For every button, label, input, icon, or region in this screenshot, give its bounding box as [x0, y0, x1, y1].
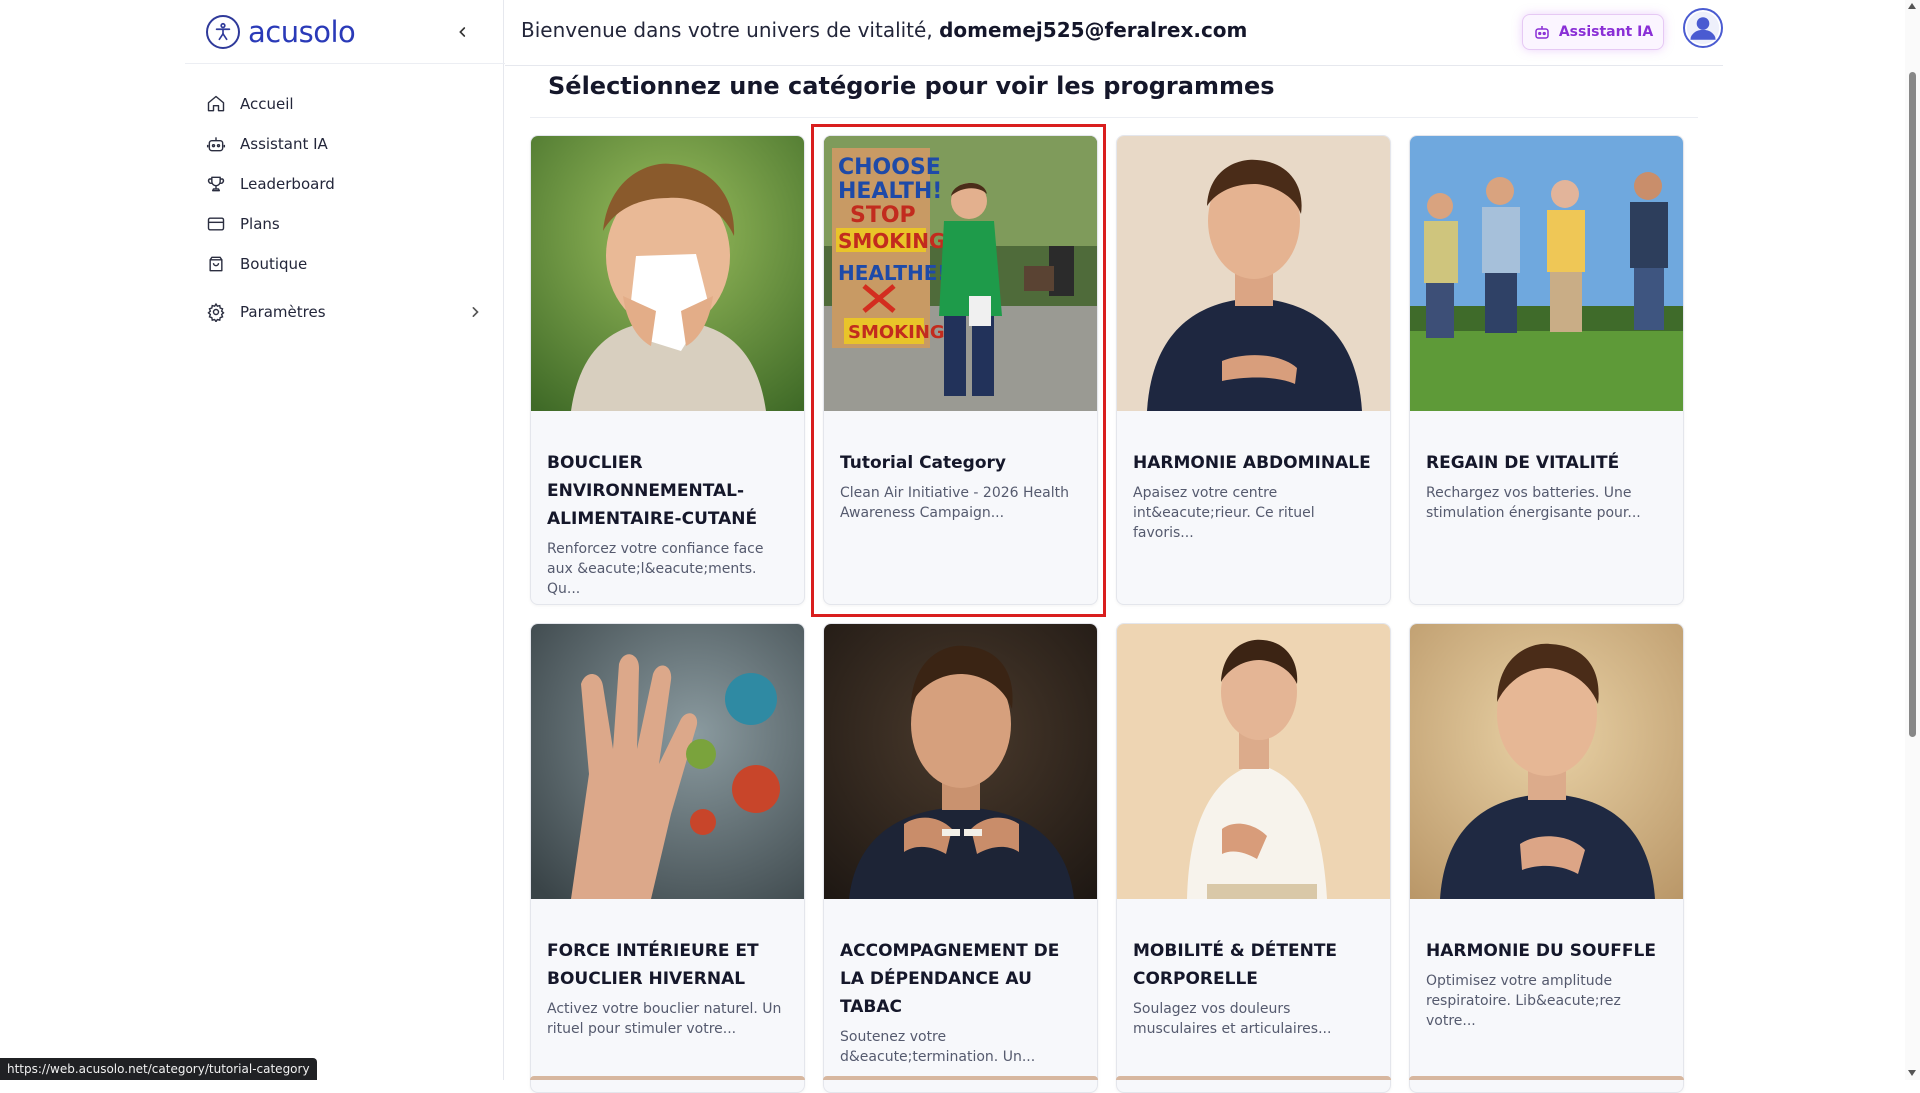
sidebar-item-label: Accueil	[240, 95, 294, 113]
card-image	[531, 136, 804, 411]
card-peek	[530, 1076, 805, 1080]
sidebar-item-label: Paramètres	[240, 303, 326, 321]
page-title: Sélectionnez une catégorie pour voir les…	[548, 72, 1275, 100]
category-card[interactable]: CHOOSE HEALTH! STOP SMOKING! HEALTHE! SM…	[823, 135, 1098, 605]
sidebar-item-accueil[interactable]: Accueil	[185, 84, 505, 124]
card-image	[1117, 624, 1390, 899]
sidebar-item-leaderboard[interactable]: Leaderboard	[185, 164, 505, 204]
category-card[interactable]: BOUCLIER ENVIRONNEMENTAL-ALIMENTAIRE-CUT…	[530, 135, 805, 605]
robot-icon	[205, 133, 227, 155]
card-title: HARMONIE ABDOMINALE	[1133, 453, 1371, 473]
card-description: Activez votre bouclier naturel. Un ritue…	[547, 1001, 782, 1037]
card-image	[1410, 136, 1683, 411]
card-image	[1410, 624, 1683, 899]
sidebar-item-label: Assistant IA	[240, 135, 328, 153]
category-card[interactable]: HARMONIE DU SOUFFLE Optimisez votre ampl…	[1409, 623, 1684, 1093]
card-title: ACCOMPAGNEMENT DE LA DÉPENDANCE AU TABAC	[840, 941, 1060, 1017]
user-avatar[interactable]	[1683, 8, 1723, 48]
card-title: REGAIN DE VITALITÉ	[1426, 453, 1620, 473]
robot-icon	[1535, 26, 1549, 39]
assistant-ia-button[interactable]: Assistant IA	[1522, 14, 1664, 50]
poster-text: SMOKING!	[838, 229, 955, 253]
poster-text: SMOKING!	[848, 322, 953, 343]
card-peek	[1116, 1076, 1391, 1080]
sidebar-item-label: Leaderboard	[240, 175, 335, 193]
card-image	[1117, 136, 1390, 411]
status-bar-url: https://web.acusolo.net/category/tutoria…	[0, 1058, 317, 1080]
collapse-sidebar-button[interactable]	[451, 20, 475, 44]
scroll-thumb[interactable]	[1909, 72, 1916, 737]
sidebar-item-label: Boutique	[240, 255, 308, 273]
card-description: Apaisez votre centre int&eacute;rieur. C…	[1133, 485, 1315, 541]
card-title: FORCE INTÉRIEURE ET BOUCLIER HIVERNAL	[547, 941, 759, 989]
scroll-down-arrow-icon[interactable]	[1908, 1070, 1916, 1076]
card-description: Soulagez vos douleurs musculaires et art…	[1133, 1001, 1332, 1037]
poster-text: STOP	[850, 203, 916, 228]
sidebar-item-label: Plans	[240, 215, 280, 233]
category-card[interactable]: FORCE INTÉRIEURE ET BOUCLIER HIVERNAL Ac…	[530, 623, 805, 1093]
divider	[530, 117, 1698, 118]
sidebar-item-boutique[interactable]: Boutique	[185, 244, 505, 284]
user-icon	[1686, 11, 1720, 45]
welcome-text: Bienvenue dans votre univers de vitalité…	[521, 18, 933, 42]
poster-text: HEALTHE!	[838, 261, 946, 285]
card-title: Tutorial Category	[840, 453, 1006, 473]
logo-icon[interactable]	[206, 14, 240, 49]
bag-icon	[205, 253, 227, 275]
card-description: Clean Air Initiative - 2026 Health Aware…	[840, 485, 1069, 521]
card-title: MOBILITÉ & DÉTENTE CORPORELLE	[1133, 941, 1338, 989]
sidebar-item-parametres[interactable]: Paramètres	[185, 292, 505, 332]
card-image	[531, 624, 804, 899]
assistant-ia-button-label: Assistant IA	[1558, 24, 1654, 40]
welcome-message: Bienvenue dans votre univers de vitalité…	[521, 18, 1247, 42]
card-icon	[205, 213, 227, 235]
poster-text: CHOOSE	[838, 155, 941, 180]
gear-icon	[205, 301, 227, 323]
top-header: Bienvenue dans votre univers de vitalité…	[505, 0, 1723, 66]
category-card[interactable]: MOBILITÉ & DÉTENTE CORPORELLE Soulagez v…	[1116, 623, 1391, 1093]
sidebar-item-assistant-ia[interactable]: Assistant IA	[185, 124, 505, 164]
sidebar-nav: Accueil Assistant IA Leaderboard Plans B…	[185, 84, 505, 332]
sidebar-item-plans[interactable]: Plans	[185, 204, 505, 244]
scroll-up-arrow-icon[interactable]	[1908, 3, 1916, 9]
brand-name[interactable]: acusolo	[248, 15, 356, 49]
card-peek	[1409, 1076, 1684, 1080]
home-icon	[205, 93, 227, 115]
card-description: Rechargez vos batteries. Une stimulation…	[1426, 485, 1641, 521]
category-card[interactable]: ACCOMPAGNEMENT DE LA DÉPENDANCE AU TABAC…	[823, 623, 1098, 1093]
card-description: Optimisez votre amplitude respiratoire. …	[1426, 973, 1621, 1029]
card-image	[824, 624, 1097, 899]
brand-header: acusolo	[185, 0, 505, 64]
card-description: Renforcez votre confiance face aux &eacu…	[547, 541, 764, 597]
card-image: CHOOSE HEALTH! STOP SMOKING! HEALTHE! SM…	[824, 136, 1097, 411]
user-email: domemej525@feralrex.com	[939, 18, 1248, 42]
chevron-left-icon	[459, 27, 466, 37]
card-title: BOUCLIER ENVIRONNEMENTAL-ALIMENTAIRE-CUT…	[547, 453, 758, 529]
trophy-icon	[205, 173, 227, 195]
card-peek	[823, 1076, 1098, 1080]
category-card[interactable]: HARMONIE ABDOMINALE Apaisez votre centre…	[1116, 135, 1391, 605]
sidebar: acusolo Accueil Assistant IA Leaderboard	[0, 0, 505, 1080]
chevron-right-icon	[472, 307, 479, 317]
poster-text: HEALTH!	[838, 179, 942, 204]
card-description: Soutenez votre d&eacute;termination. Un.…	[840, 1029, 1036, 1065]
page-scrollbar[interactable]	[1905, 0, 1920, 1080]
category-card[interactable]: REGAIN DE VITALITÉ Rechargez vos batteri…	[1409, 135, 1684, 605]
card-title: HARMONIE DU SOUFFLE	[1426, 941, 1656, 961]
